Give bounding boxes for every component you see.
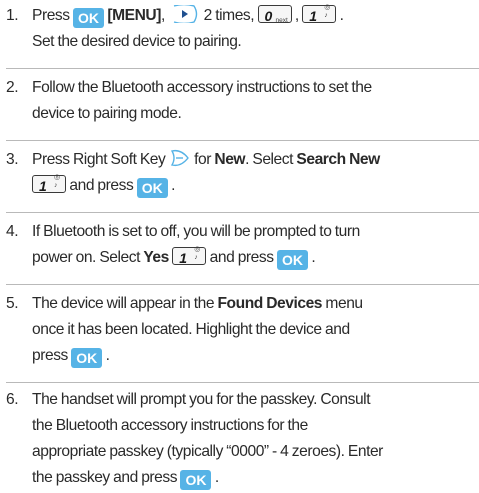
step-text: press xyxy=(32,347,72,364)
right-soft-key-icon xyxy=(170,149,189,167)
step-line: 1 ◎ ♪ and press OK . xyxy=(6,173,476,199)
step-text: . Select xyxy=(245,151,297,168)
search-new-label: Search New xyxy=(296,151,380,168)
step-2: 2. Follow the Bluetooth accessory instruc… xyxy=(6,75,476,127)
step-line: 2. Follow the Bluetooth accessory instruc… xyxy=(6,75,476,101)
step-number: 4. xyxy=(6,223,19,240)
step-line: appropriate passkey (typically “0000” - … xyxy=(32,443,383,460)
step-line: 5. The device will appear in the Found De… xyxy=(6,291,476,317)
one-key-icon: 1 ◎ ♪ xyxy=(172,246,207,266)
step-line: 1. Press OK [MENU], 2 times, 0 next , 1 ◎ ♪ … xyxy=(6,3,476,29)
step-line: Set the desired device to pairing. xyxy=(32,33,242,50)
step-number: 3. xyxy=(6,151,19,168)
step-text: for xyxy=(190,151,215,168)
step-text: . xyxy=(336,7,344,24)
step-text: the passkey and press xyxy=(32,469,181,486)
step-text: . xyxy=(211,469,219,486)
divider xyxy=(6,284,479,285)
step-text: . xyxy=(102,347,110,364)
step-text: , xyxy=(291,7,303,24)
step-text: and press xyxy=(66,177,137,194)
step-line: power on. Select Yes 1 ◎ ♪ and press OK . xyxy=(6,245,476,271)
step-text: Press xyxy=(32,7,73,24)
step-text: and press xyxy=(206,249,277,266)
one-key-icon: 1 ◎ ♪ xyxy=(302,4,337,24)
step-text: If Bluetooth is set to off, you will be … xyxy=(32,223,360,240)
ok-key-icon: OK xyxy=(71,348,103,368)
step-text: Press Right Soft Key xyxy=(32,151,169,168)
step-number: 2. xyxy=(6,79,19,96)
divider xyxy=(6,140,479,141)
ok-key-icon: OK xyxy=(73,8,104,28)
step-text: Follow the Bluetooth accessory instructi… xyxy=(32,79,372,96)
step-line: the passkey and press OK . xyxy=(6,465,476,491)
step-number: 1. xyxy=(6,7,19,24)
step-5: 5. The device will appear in the Found De… xyxy=(6,291,476,369)
ok-key-icon: OK xyxy=(180,470,212,490)
new-label: New xyxy=(214,151,246,168)
nav-right-key-icon xyxy=(174,5,198,23)
step-text: The device will appear in the xyxy=(32,295,218,312)
zero-key-icon: 0 next xyxy=(257,5,292,24)
step-4: 4. If Bluetooth is set to off, you will b… xyxy=(6,219,476,271)
step-text: The handset will prompt you for the pass… xyxy=(32,391,371,408)
step-3: 3. Press Right Soft Key for New. Select S… xyxy=(6,147,476,199)
divider xyxy=(6,212,479,213)
step-text: . xyxy=(167,177,175,194)
step-line: once it has been located. Highlight the … xyxy=(32,321,350,338)
step-line: the Bluetooth accessory instructions for… xyxy=(32,417,308,434)
step-text: power on. Select xyxy=(32,249,144,266)
step-line: 4. If Bluetooth is set to off, you will b… xyxy=(6,219,476,245)
ok-key-icon: OK xyxy=(136,178,168,198)
step-number: 5. xyxy=(6,295,19,312)
divider xyxy=(6,382,479,383)
step-line: 3. Press Right Soft Key for New. Select S… xyxy=(6,147,476,173)
menu-label: [MENU] xyxy=(107,7,161,24)
step-line: press OK . xyxy=(6,343,476,369)
one-key-icon: 1 ◎ ♪ xyxy=(32,174,66,194)
step-text: . xyxy=(307,249,316,266)
divider xyxy=(6,68,479,69)
ok-key-icon: OK xyxy=(276,250,308,270)
step-text: 2 times, xyxy=(200,7,258,24)
step-line: device to pairing mode. xyxy=(32,105,182,122)
step-text: , xyxy=(161,7,169,24)
step-line: 6. The handset will prompt you for the pa… xyxy=(6,387,476,413)
instruction-page: 1. Press OK [MENU], 2 times, 0 next , 1 ◎ ♪ … xyxy=(0,0,479,493)
step-text: menu xyxy=(322,295,363,312)
yes-label: Yes xyxy=(143,249,169,266)
found-devices-label: Found Devices xyxy=(217,295,323,312)
step-number: 6. xyxy=(6,391,19,408)
step-1: 1. Press OK [MENU], 2 times, 0 next , 1 ◎ ♪ … xyxy=(6,3,476,55)
step-6: 6. The handset will prompt you for the pa… xyxy=(6,387,476,491)
